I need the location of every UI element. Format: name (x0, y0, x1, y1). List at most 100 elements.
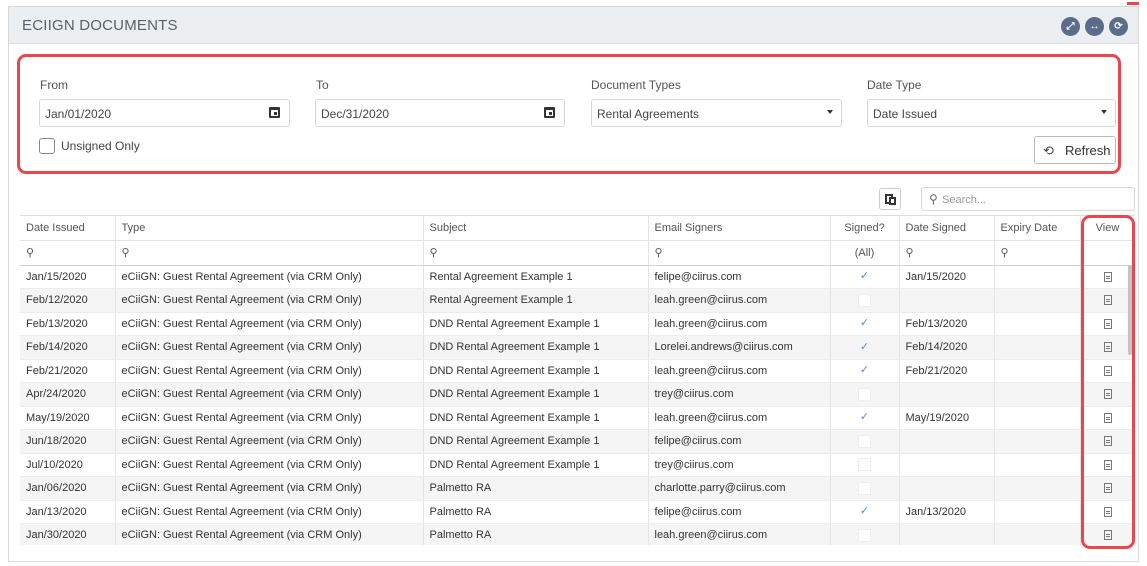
cell-view[interactable] (1080, 500, 1135, 524)
column-header-email-signers[interactable]: Email Signers (648, 216, 831, 241)
column-header-date-signed[interactable]: Date Signed (899, 216, 995, 241)
cell-subject: DND Rental Agreement Example 1 (423, 312, 649, 336)
column-header-subject[interactable]: Subject (423, 216, 649, 241)
column-header-expiry-date[interactable]: Expiry Date (994, 216, 1081, 241)
document-icon[interactable] (1103, 530, 1112, 541)
filter-signed[interactable]: (All) (830, 240, 900, 266)
document-types-value: Rental Agreements (597, 107, 700, 121)
cell-date-issued: Jan/30/2020 (20, 523, 116, 545)
table-row[interactable]: Jan/06/2020 eCiiGN: Guest Rental Agreemen… (20, 476, 1135, 501)
cell-type: eCiiGN: Guest Rental Agreement (via CRM … (115, 406, 424, 430)
cell-view[interactable] (1080, 523, 1135, 545)
cell-expiry-date (994, 453, 1081, 477)
cell-view[interactable] (1080, 382, 1135, 407)
filter-type[interactable]: ⚲ (115, 240, 424, 266)
filter-expiry-date[interactable]: ⚲ (994, 240, 1081, 266)
document-icon[interactable] (1103, 271, 1112, 282)
cell-view[interactable] (1080, 312, 1135, 336)
export-button[interactable] (879, 188, 901, 210)
chevron-down-icon (1101, 110, 1107, 114)
cell-date-issued: Feb/12/2020 (20, 288, 116, 313)
table-row[interactable]: Jan/13/2020 eCiiGN: Guest Rental Agreemen… (20, 500, 1135, 524)
document-icon[interactable] (1103, 506, 1112, 517)
document-icon[interactable] (1103, 389, 1112, 400)
cell-view[interactable] (1080, 406, 1135, 430)
document-icon[interactable] (1103, 342, 1112, 353)
document-icon[interactable] (1103, 318, 1112, 329)
table-row[interactable]: May/19/2020 eCiiGN: Guest Rental Agreemen… (20, 406, 1135, 430)
column-header-view[interactable]: View (1080, 216, 1135, 241)
document-icon[interactable] (1103, 459, 1112, 470)
grid-search[interactable]: ⚲ (921, 187, 1135, 211)
cell-date-signed (899, 382, 995, 407)
cell-subject: Palmetto RA (423, 523, 649, 545)
cell-subject: Rental Agreement Example 1 (423, 288, 649, 313)
filter-subject[interactable]: ⚲ (423, 240, 649, 266)
document-icon[interactable] (1103, 365, 1112, 376)
cell-view[interactable] (1080, 429, 1135, 454)
document-icon[interactable] (1103, 483, 1112, 494)
table-row[interactable]: Feb/12/2020 eCiiGN: Guest Rental Agreemen… (20, 288, 1135, 313)
unsigned-only-checkbox[interactable] (39, 138, 55, 154)
cell-date-issued: Jan/15/2020 (20, 265, 116, 289)
cell-view[interactable] (1080, 359, 1135, 383)
table-row[interactable]: Apr/24/2020 eCiiGN: Guest Rental Agreemen… (20, 382, 1135, 407)
cell-subject: DND Rental Agreement Example 1 (423, 429, 649, 454)
to-date-field[interactable]: Dec/31/2020 (315, 99, 565, 127)
unchecked-box (858, 458, 871, 472)
table-row[interactable]: Jun/18/2020 eCiiGN: Guest Rental Agreemen… (20, 429, 1135, 454)
cell-expiry-date (994, 382, 1081, 407)
calendar-icon[interactable] (544, 107, 555, 118)
to-label: To (316, 78, 329, 92)
search-icon: ⚲ (654, 247, 663, 259)
cell-email-signers: leah.green@ciirus.com (648, 523, 831, 545)
unchecked-box (858, 387, 871, 401)
document-types-select[interactable]: Rental Agreements (591, 99, 842, 127)
cell-view[interactable] (1080, 453, 1135, 477)
cell-date-signed: Feb/13/2020 (899, 312, 995, 336)
unchecked-box (858, 481, 871, 495)
document-icon[interactable] (1103, 412, 1112, 423)
unchecked-box (858, 528, 871, 542)
column-header-date-issued[interactable]: Date Issued (20, 216, 116, 241)
filter-email-signers[interactable]: ⚲ (648, 240, 831, 266)
cell-expiry-date (994, 523, 1081, 545)
document-icon[interactable] (1103, 295, 1112, 306)
cell-date-signed: Feb/14/2020 (899, 335, 995, 360)
cell-view[interactable] (1080, 476, 1135, 501)
refresh-button[interactable]: ⟲ Refresh (1034, 136, 1116, 164)
table-row[interactable]: Jan/30/2020 eCiiGN: Guest Rental Agreemen… (20, 523, 1135, 545)
refresh-circle-icon[interactable]: ⟳ (1109, 17, 1128, 36)
from-date-field[interactable]: Jan/01/2020 (39, 99, 290, 127)
cell-view[interactable] (1080, 288, 1135, 313)
table-row[interactable]: Feb/21/2020 eCiiGN: Guest Rental Agreemen… (20, 359, 1135, 383)
document-icon[interactable] (1103, 436, 1112, 447)
table-row[interactable]: Feb/14/2020 eCiiGN: Guest Rental Agreemen… (20, 335, 1135, 360)
expand-icon[interactable]: ⤢ (1061, 17, 1080, 36)
cell-date-signed (899, 523, 995, 545)
arrows-horizontal-icon[interactable]: ↔ (1085, 17, 1104, 36)
column-header-type[interactable]: Type (115, 216, 424, 241)
cell-view[interactable] (1080, 335, 1135, 360)
table-row[interactable]: Jul/10/2020 eCiiGN: Guest Rental Agreemen… (20, 453, 1135, 477)
cell-subject: DND Rental Agreement Example 1 (423, 359, 649, 383)
cell-type: eCiiGN: Guest Rental Agreement (via CRM … (115, 476, 424, 501)
cell-email-signers: Lorelei.andrews@ciirus.com (648, 335, 831, 360)
table-row[interactable]: Jan/15/2020 eCiiGN: Guest Rental Agreemen… (20, 265, 1135, 289)
column-header-signed[interactable]: Signed? (830, 216, 900, 241)
cell-signed: ✓ (830, 406, 900, 430)
checkmark-icon: ✓ (859, 411, 870, 424)
cell-signed: ✓ (830, 335, 900, 360)
calendar-icon[interactable] (269, 107, 280, 118)
cell-expiry-date (994, 312, 1081, 336)
date-type-select[interactable]: Date Issued (867, 99, 1116, 127)
cell-type: eCiiGN: Guest Rental Agreement (via CRM … (115, 523, 424, 545)
table-row[interactable]: Feb/13/2020 eCiiGN: Guest Rental Agreemen… (20, 312, 1135, 336)
filter-date-signed[interactable]: ⚲ (899, 240, 995, 266)
cell-date-signed (899, 288, 995, 313)
search-icon: ⚲ (905, 247, 914, 259)
cell-view[interactable] (1080, 265, 1135, 289)
filter-date-issued[interactable]: ⚲ (20, 240, 116, 266)
search-input[interactable] (942, 192, 1122, 208)
table-scrollbar[interactable] (1128, 265, 1132, 355)
